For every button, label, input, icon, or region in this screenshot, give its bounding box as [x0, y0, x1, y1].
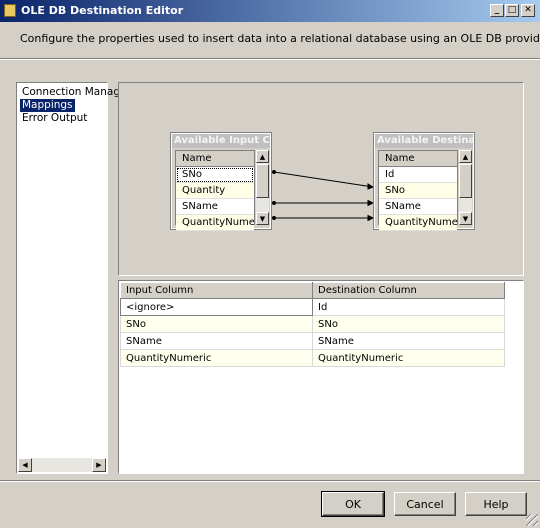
available-input-columns-table[interactable]: Available Input Columns Name SNo Quantit…	[170, 132, 272, 231]
input-column-cell[interactable]: SNo	[120, 315, 313, 333]
available-destination-columns-table[interactable]: Available Destination Columns Name Id SN…	[373, 132, 475, 231]
mapping-grid-table: Input Column Destination Column <ignore>…	[120, 282, 505, 367]
page-description: Configure the properties used to insert …	[20, 32, 540, 45]
link-sname-start	[272, 201, 276, 205]
link-quantitynumeric-start	[272, 216, 276, 220]
destination-table-scrollbar[interactable]: ▲ ▼	[459, 150, 472, 225]
destination-column-item[interactable]: SNo	[379, 183, 457, 199]
destination-column-cell[interactable]: SNo	[312, 315, 505, 333]
input-column-item[interactable]: Quantity	[176, 183, 254, 199]
mapping-canvas[interactable]: Available Input Columns Name SNo Quantit…	[118, 82, 524, 276]
header-divider	[0, 58, 540, 60]
scroll-thumb[interactable]	[256, 164, 269, 198]
link-sno-arrow	[367, 183, 375, 190]
destination-column-header[interactable]: Destination Column	[312, 282, 505, 299]
scroll-down-icon[interactable]: ▼	[256, 212, 269, 225]
destination-column-item[interactable]: QuantityNumeric	[379, 215, 457, 231]
destination-column-cell[interactable]: QuantityNumeric	[312, 349, 505, 367]
scroll-right-icon[interactable]: ▶	[92, 458, 106, 472]
nav-horizontal-scrollbar[interactable]: ◀ ▶	[18, 458, 106, 472]
input-column-item[interactable]: QuantityNumeric	[176, 215, 254, 231]
nav-item-mappings[interactable]: Mappings	[20, 99, 75, 112]
table-row[interactable]: SName SName	[120, 332, 505, 350]
destination-columns-list[interactable]: Name Id SNo SName QuantityNumeric	[378, 150, 458, 231]
nav-item-connection-manager[interactable]: Connection Manager	[20, 86, 133, 99]
table-row[interactable]: <ignore> Id	[120, 298, 505, 316]
window-title: OLE DB Destination Editor	[21, 4, 184, 17]
link-sno[interactable]	[273, 171, 374, 188]
table-row[interactable]: SNo SNo	[120, 315, 505, 333]
destination-column-item[interactable]: Id	[379, 167, 457, 183]
page-nav-list[interactable]: Connection Manager Mappings Error Output…	[16, 82, 131, 474]
input-columns-list[interactable]: Name SNo Quantity SName QuantityNumeric	[175, 150, 255, 231]
link-quantitynumeric-arrow	[367, 214, 375, 222]
input-table-title: Available Input Columns	[172, 134, 270, 148]
input-column-item[interactable]: SNo	[176, 167, 254, 183]
destination-name-header: Name	[379, 151, 457, 167]
footer-divider	[0, 480, 540, 482]
scroll-up-icon[interactable]: ▲	[256, 150, 269, 163]
link-sno-start	[272, 170, 276, 174]
input-column-cell[interactable]: <ignore>	[120, 298, 313, 316]
scroll-up-icon[interactable]: ▲	[459, 150, 472, 163]
title-bar[interactable]: OLE DB Destination Editor _ □ ✕	[0, 0, 540, 22]
app-icon	[4, 4, 16, 17]
input-table-scrollbar[interactable]: ▲ ▼	[256, 150, 269, 225]
destination-column-item[interactable]: SName	[379, 199, 457, 215]
table-row[interactable]: QuantityNumeric QuantityNumeric	[120, 349, 505, 367]
input-column-header[interactable]: Input Column	[120, 282, 313, 299]
input-column-item[interactable]: SName	[176, 199, 254, 215]
input-column-cell[interactable]: SName	[120, 332, 313, 350]
minimize-button[interactable]: _	[490, 4, 504, 17]
input-column-cell[interactable]: QuantityNumeric	[120, 349, 313, 367]
scroll-down-icon[interactable]: ▼	[459, 212, 472, 225]
scroll-thumb[interactable]	[459, 164, 472, 198]
resize-grip-icon[interactable]	[526, 514, 538, 526]
ok-button[interactable]: OK	[321, 491, 385, 517]
nav-item-error-output[interactable]: Error Output	[20, 112, 89, 125]
mapping-grid[interactable]: Input Column Destination Column <ignore>…	[118, 280, 524, 474]
cancel-button[interactable]: Cancel	[394, 492, 456, 516]
maximize-button[interactable]: □	[505, 4, 519, 17]
link-sname-arrow	[367, 199, 375, 207]
close-button[interactable]: ✕	[521, 4, 535, 17]
help-button[interactable]: Help	[465, 492, 527, 516]
destination-column-cell[interactable]: SName	[312, 332, 505, 350]
destination-column-cell[interactable]: Id	[312, 298, 505, 316]
input-name-header: Name	[176, 151, 254, 167]
scroll-left-icon[interactable]: ◀	[18, 458, 32, 472]
destination-table-title: Available Destination Columns	[375, 134, 473, 148]
